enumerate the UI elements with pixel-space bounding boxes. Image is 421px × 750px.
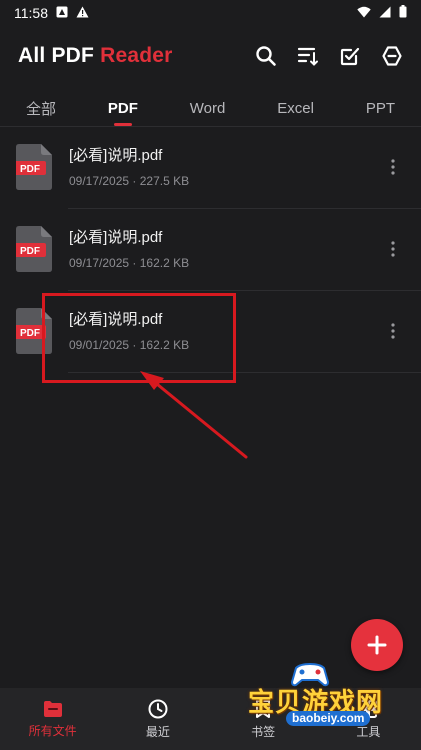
- select-button[interactable]: [333, 39, 367, 73]
- file-name: [必看]说明.pdf: [69, 147, 163, 164]
- file-type-tabs: 全部 PDF Word Excel PPT: [0, 90, 421, 126]
- minus-circle-icon: [382, 46, 402, 66]
- folder-icon: [43, 701, 62, 717]
- battery-icon: [399, 5, 407, 21]
- file-more-button[interactable]: [381, 155, 405, 179]
- app-bar: All PDF Reader: [0, 34, 421, 78]
- nav-label: 最近: [145, 725, 170, 739]
- file-name: [必看]说明.pdf: [69, 229, 163, 246]
- file-meta: 09/17/2025 · 227.5 KB: [69, 174, 190, 188]
- tab-pdf[interactable]: PDF: [102, 90, 144, 126]
- pdf-badge-label: PDF: [20, 164, 40, 175]
- tab-ppt[interactable]: PPT: [360, 90, 401, 126]
- status-bar: 11:58: [0, 0, 421, 26]
- app-title-accent: Reader: [100, 44, 173, 67]
- pdf-badge-label: PDF: [20, 246, 40, 257]
- signal-icon: [379, 5, 391, 21]
- tab-word[interactable]: Word: [184, 90, 232, 126]
- nav-all-files[interactable]: 所有文件: [13, 699, 93, 739]
- file-more-button[interactable]: [381, 237, 405, 261]
- sort-button[interactable]: [291, 39, 325, 73]
- plus-icon: [367, 635, 387, 655]
- nav-label: 所有文件: [28, 724, 77, 738]
- status-time: 11:58: [14, 5, 48, 21]
- watermark-url: baobeiy.com: [286, 711, 371, 726]
- pdf-file-icon: PDF: [16, 144, 52, 190]
- file-row[interactable]: PDF [必看]说明.pdf 09/17/2025 · 227.5 KB: [0, 127, 421, 209]
- search-icon: [256, 46, 276, 66]
- file-meta: 09/17/2025 · 162.2 KB: [69, 256, 190, 270]
- search-button[interactable]: [249, 39, 283, 73]
- file-more-button[interactable]: [381, 319, 405, 343]
- app-title: All PDF Reader: [18, 44, 173, 68]
- watermark-logo: 宝贝游戏网 baobeiy.com: [238, 662, 388, 750]
- app-notification-icon: [56, 5, 68, 21]
- tab-excel[interactable]: Excel: [271, 90, 320, 126]
- file-row[interactable]: PDF [必看]说明.pdf 09/17/2025 · 162.2 KB: [0, 209, 421, 291]
- sort-icon: [297, 47, 318, 66]
- add-file-button[interactable]: [351, 619, 403, 671]
- warning-icon: [76, 5, 89, 21]
- checkbox-icon: [340, 47, 360, 66]
- clock-icon: [148, 699, 168, 719]
- more-menu-button[interactable]: [375, 39, 409, 73]
- pdf-file-icon: PDF: [16, 226, 52, 272]
- annotation-highlight-box: [42, 293, 236, 383]
- pdf-badge-label: PDF: [20, 328, 40, 339]
- app-title-main: All PDF: [18, 44, 95, 67]
- wifi-icon: [357, 5, 371, 21]
- more-vertical-icon: [391, 159, 395, 175]
- more-vertical-icon: [391, 323, 395, 339]
- more-vertical-icon: [391, 241, 395, 257]
- nav-recent[interactable]: 最近: [118, 698, 198, 740]
- tab-all[interactable]: 全部: [20, 90, 62, 126]
